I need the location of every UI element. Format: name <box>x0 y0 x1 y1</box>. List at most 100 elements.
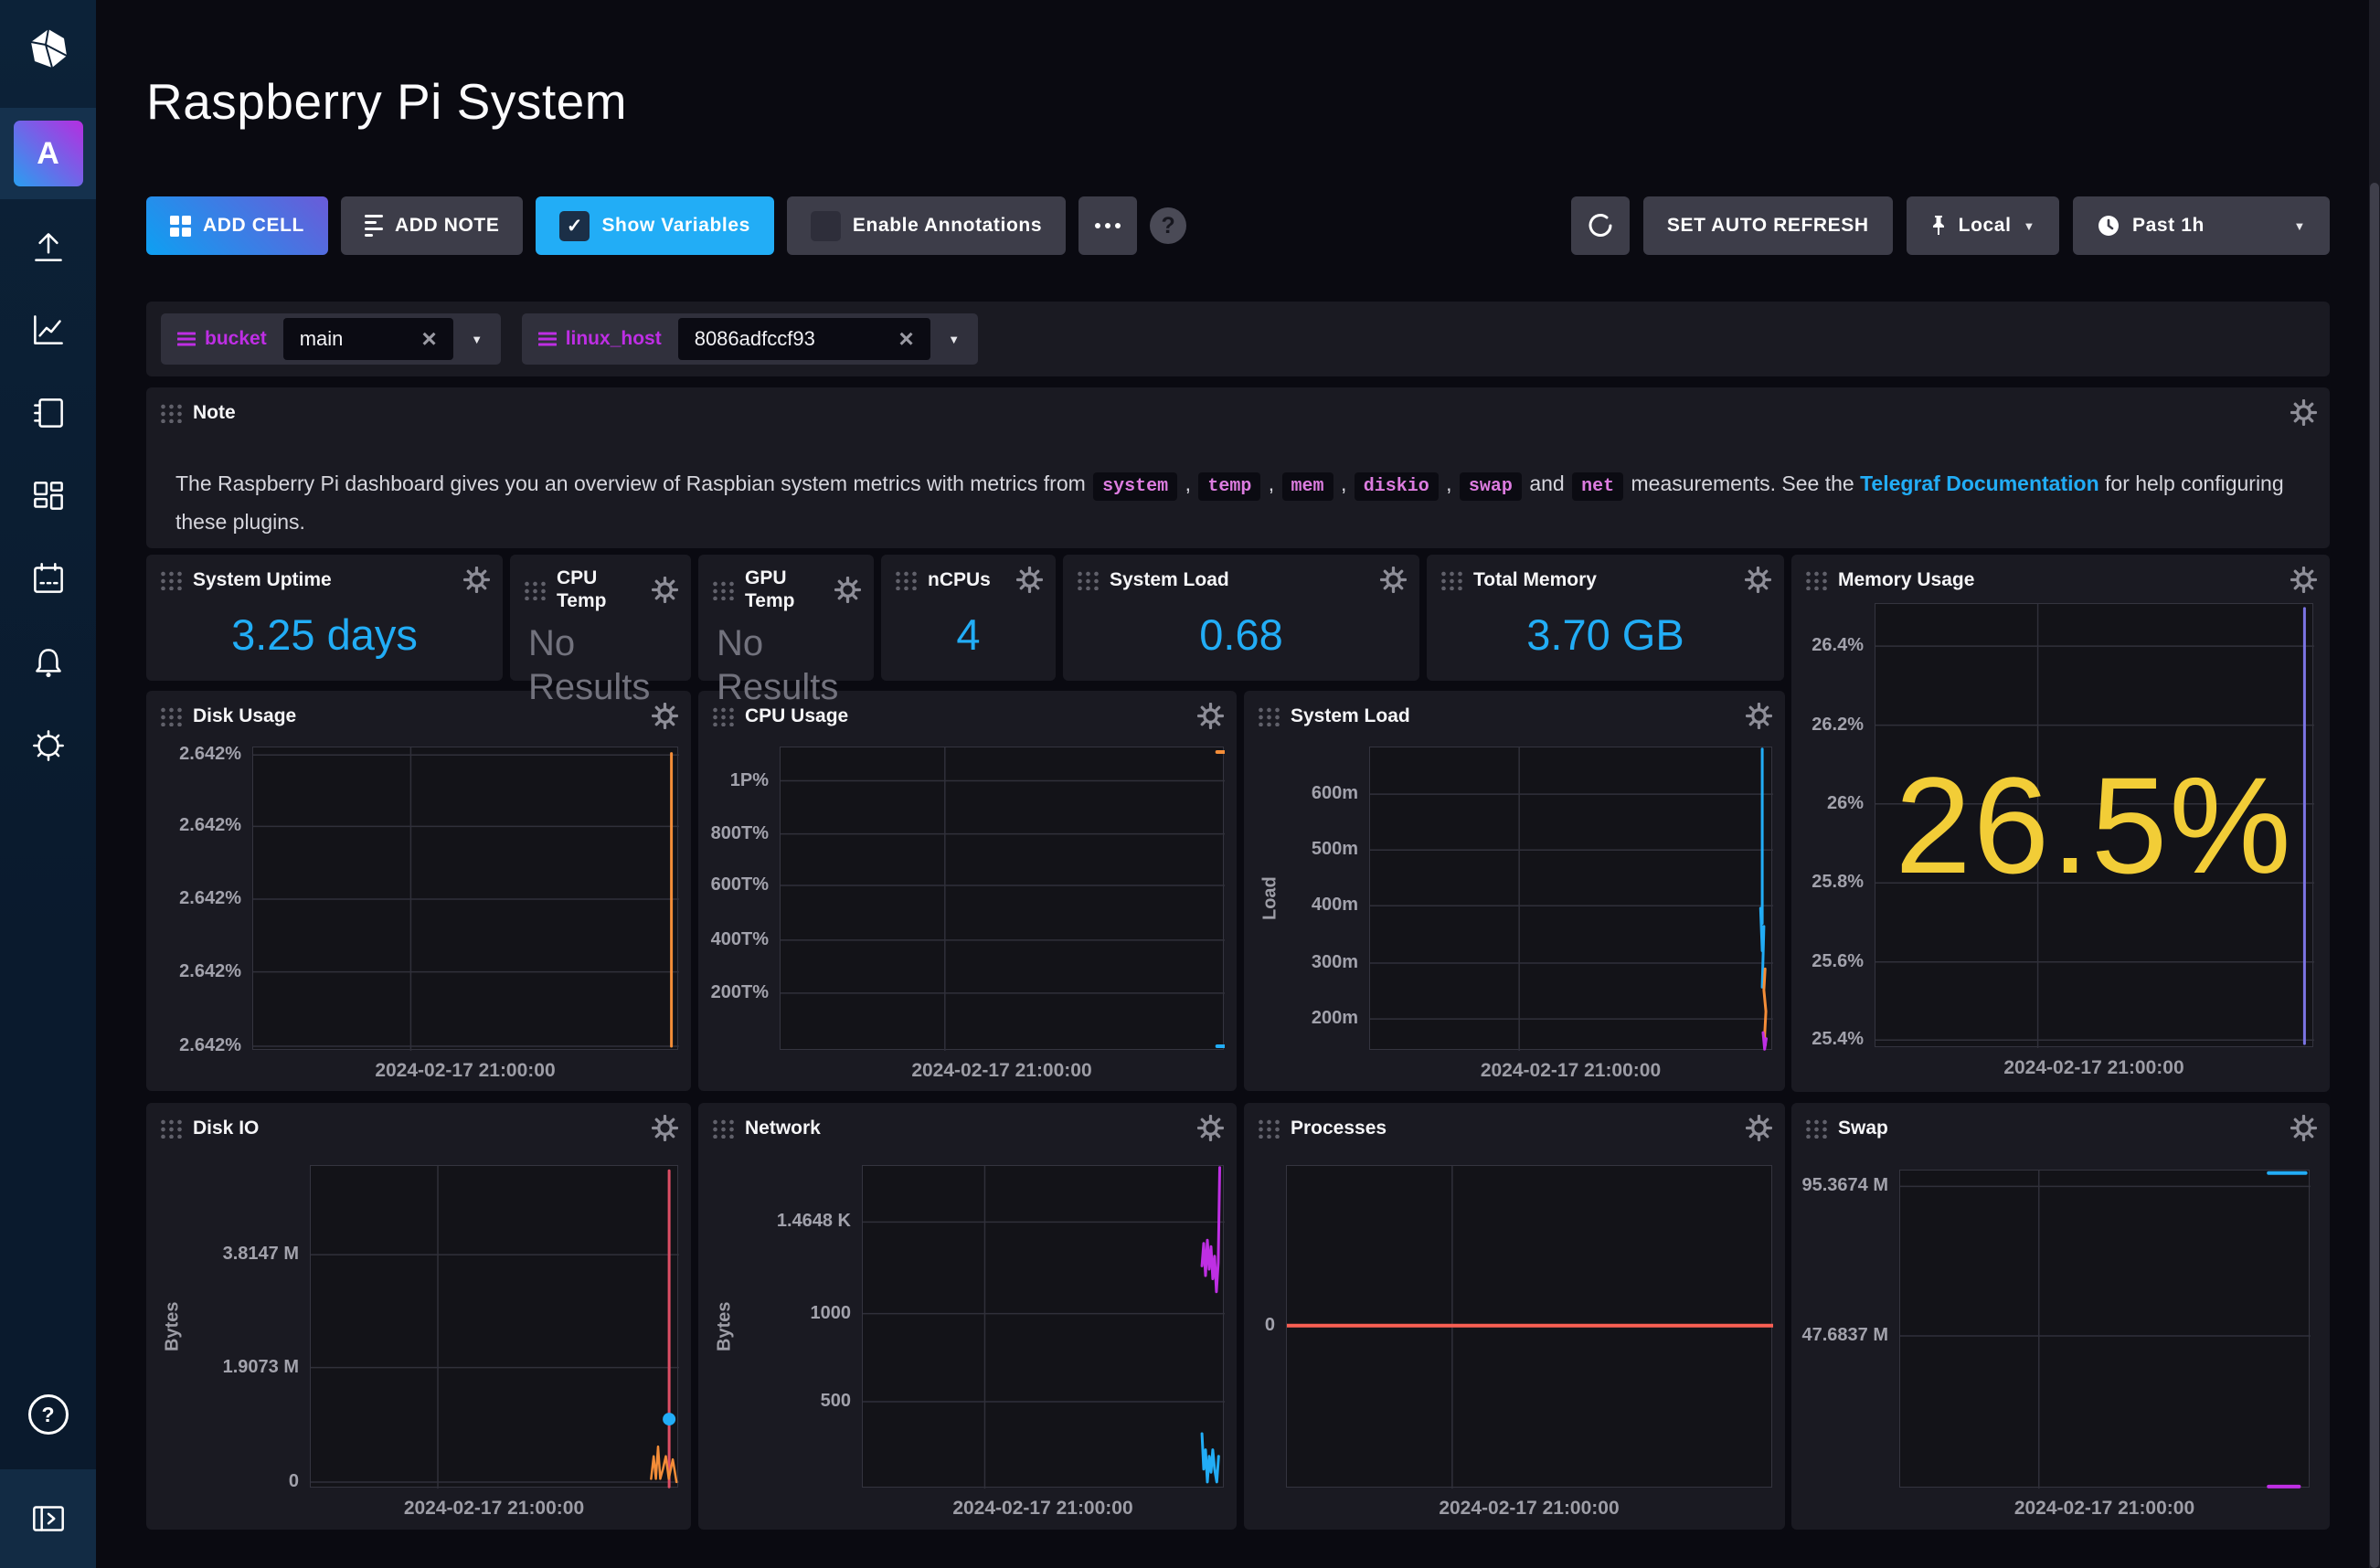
x-axis-label: 2024-02-17 21:00:00 <box>310 1498 678 1520</box>
panel-settings-button[interactable] <box>1746 1115 1772 1141</box>
telegraf-documentation-link[interactable]: Telegraf Documentation <box>1860 471 2099 495</box>
variable-label: bucket <box>161 328 283 350</box>
sidebar-nav <box>0 205 96 787</box>
sidebar-item-notebooks[interactable] <box>0 371 96 454</box>
single-stat-value: 26.5% <box>1875 603 2313 1047</box>
variable-value-box[interactable]: main× <box>283 318 453 360</box>
help-glyph: ? <box>41 1403 54 1427</box>
panel-header: Network <box>698 1103 1237 1141</box>
refresh-button[interactable] <box>1571 196 1630 255</box>
dropdown-caret-button[interactable]: ▼ <box>930 333 978 346</box>
panel-settings-button[interactable] <box>834 577 861 603</box>
y-axis-tick-label: 47.6837 M <box>1795 1323 1888 1347</box>
more-options-button[interactable] <box>1078 196 1137 255</box>
sidebar-logo-item[interactable] <box>0 0 96 96</box>
chart-canvas[interactable] <box>1286 1165 1772 1488</box>
clear-icon[interactable]: × <box>898 326 913 352</box>
timezone-label: Local <box>1959 215 2012 237</box>
chart-canvas[interactable] <box>252 747 678 1050</box>
sidebar: A <box>0 0 96 1568</box>
add-cell-button[interactable]: ADD CELL <box>146 196 328 255</box>
chart-svg <box>1370 747 1773 1051</box>
panel-settings-button[interactable] <box>1746 703 1772 729</box>
y-axis-tick-label: 3.8147 M <box>190 1242 299 1266</box>
influxdata-logo-icon <box>27 26 70 70</box>
y-axis-tick-label: 2.642% <box>150 886 241 910</box>
set-auto-refresh-button[interactable]: SET AUTO REFRESH <box>1643 196 1893 255</box>
sidebar-item-help[interactable]: ? <box>0 1378 96 1451</box>
note-text-segment: , <box>1335 471 1353 495</box>
panel-header: CPU Temp <box>510 555 691 612</box>
show-variables-toggle[interactable]: ✓ Show Variables <box>536 196 773 255</box>
chart-canvas[interactable] <box>1369 747 1772 1050</box>
variable-icon <box>538 332 557 346</box>
timezone-dropdown[interactable]: Local ▼ <box>1907 196 2059 255</box>
dropdown-caret-button[interactable]: ▼ <box>453 333 501 346</box>
drag-handle-icon[interactable] <box>523 579 547 600</box>
clear-icon[interactable]: × <box>421 326 436 352</box>
drag-handle-icon[interactable] <box>1257 1118 1280 1139</box>
panel-settings-button[interactable] <box>1197 703 1224 729</box>
caret-down-icon: ▼ <box>2024 219 2035 233</box>
gear-icon <box>1746 1115 1772 1141</box>
panel-settings-button[interactable] <box>652 1115 678 1141</box>
sidebar-item-dashboards[interactable] <box>0 454 96 537</box>
drag-handle-icon[interactable] <box>711 579 735 600</box>
add-cell-label: ADD CELL <box>203 215 304 237</box>
panel-system-load-stat: System Load 0.68 <box>1063 555 1419 681</box>
panel-system-load: System Load 600m500m400m300m200mLoad2024… <box>1244 691 1785 1091</box>
calendar-icon <box>27 558 69 600</box>
drag-handle-icon[interactable] <box>711 1118 735 1139</box>
drag-handle-icon[interactable] <box>1257 705 1280 726</box>
sidebar-item-alerts[interactable] <box>0 620 96 704</box>
expand-sidebar-icon <box>27 1498 69 1540</box>
panel-settings-button[interactable] <box>2290 399 2317 426</box>
gear-icon <box>27 725 69 767</box>
drag-handle-icon[interactable] <box>159 402 183 423</box>
sidebar-item-upload[interactable] <box>0 205 96 288</box>
drag-handle-icon[interactable] <box>1804 1118 1828 1139</box>
panel-settings-button[interactable] <box>2290 567 2317 593</box>
org-avatar[interactable]: A <box>14 121 83 186</box>
ellipsis-icon <box>1095 223 1121 228</box>
note-text-segment: The Raspberry Pi dashboard gives you an … <box>175 471 1091 495</box>
chart-canvas[interactable] <box>1899 1170 2310 1488</box>
variable-name: bucket <box>205 328 267 350</box>
panel-settings-button[interactable] <box>1197 1115 1224 1141</box>
x-axis-label: 2024-02-17 21:00:00 <box>252 1060 678 1082</box>
panel-settings-button[interactable] <box>652 703 678 729</box>
chart-canvas[interactable] <box>310 1165 678 1488</box>
y-axis-tick-label: 1.9073 M <box>190 1355 299 1379</box>
drag-handle-icon[interactable] <box>1804 569 1828 590</box>
sidebar-expand-button[interactable] <box>0 1469 96 1568</box>
sidebar-item-settings[interactable] <box>0 704 96 787</box>
stat-value: 4 <box>881 588 1056 681</box>
dashboards-icon <box>27 475 69 517</box>
panel-cpu-usage: CPU Usage 1P%800T%600T%400T%200T%2024-02… <box>698 691 1237 1091</box>
question-glyph: ? <box>1161 213 1174 239</box>
chart-canvas[interactable] <box>862 1165 1224 1488</box>
gear-icon <box>2290 399 2317 426</box>
panel-title: Disk IO <box>193 1117 259 1139</box>
gear-icon <box>2290 1115 2317 1141</box>
time-range-dropdown[interactable]: Past 1h ▼ <box>2073 196 2330 255</box>
chart-svg <box>1900 1171 2311 1489</box>
toolbar-right: SET AUTO REFRESH Local ▼ Past 1h ▼ <box>1571 196 2330 255</box>
stat-value: 3.70 GB <box>1427 588 1784 681</box>
variable-value-box[interactable]: 8086adfccf93× <box>678 318 930 360</box>
enable-annotations-toggle[interactable]: Enable Annotations <box>787 196 1066 255</box>
drag-handle-icon[interactable] <box>159 705 183 726</box>
chart-canvas[interactable] <box>780 747 1224 1050</box>
add-note-button[interactable]: ADD NOTE <box>341 196 523 255</box>
drag-handle-icon[interactable] <box>159 1118 183 1139</box>
sidebar-item-data-explorer[interactable] <box>0 288 96 371</box>
sidebar-item-tasks[interactable] <box>0 537 96 620</box>
x-axis-label: 2024-02-17 21:00:00 <box>1899 1498 2310 1520</box>
panel-header: Note <box>146 387 2330 426</box>
dashboard-help-button[interactable]: ? <box>1150 207 1186 244</box>
chart-svg <box>311 1166 679 1489</box>
panel-settings-button[interactable] <box>652 577 678 603</box>
scrollbar-thumb[interactable] <box>2370 183 2379 1568</box>
panel-disk-usage: Disk Usage 2.642%2.642%2.642%2.642%2.642… <box>146 691 691 1091</box>
panel-settings-button[interactable] <box>2290 1115 2317 1141</box>
